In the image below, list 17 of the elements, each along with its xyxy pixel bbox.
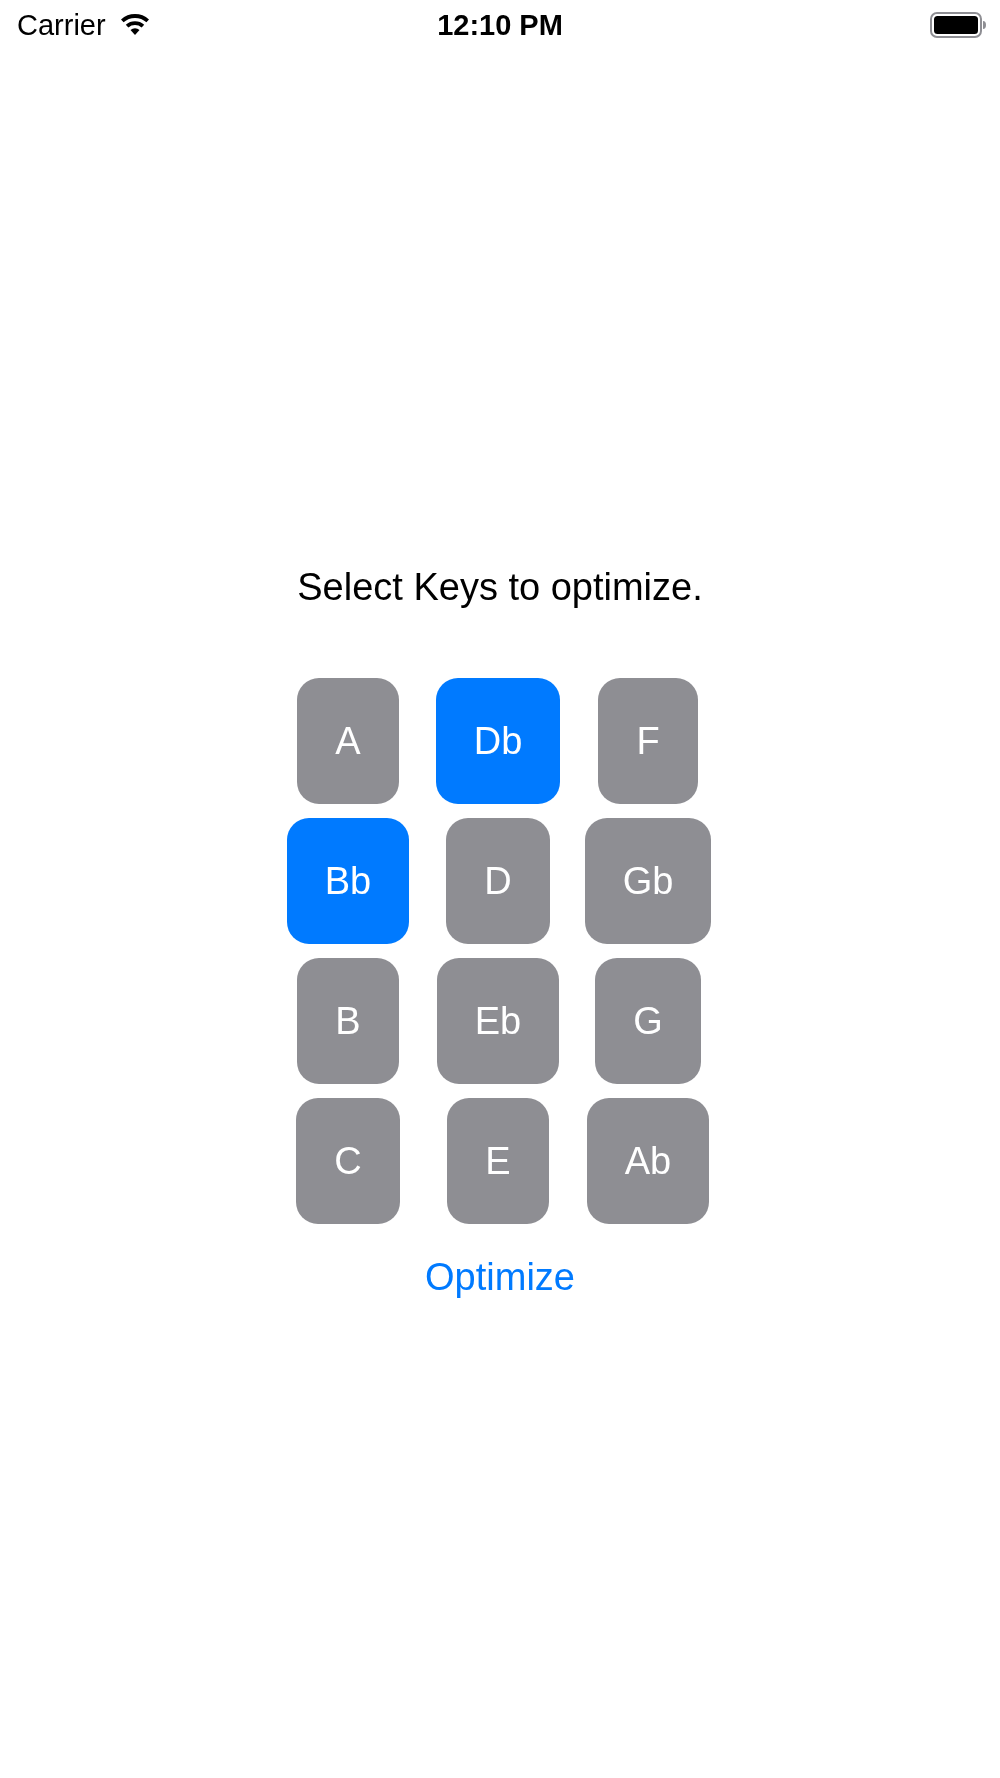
instruction-text: Select Keys to optimize. bbox=[297, 565, 703, 610]
key-button[interactable]: Bb bbox=[286, 818, 410, 944]
key-button[interactable]: Gb bbox=[584, 818, 712, 944]
key-button[interactable]: Db bbox=[435, 678, 561, 804]
key-button[interactable]: F bbox=[598, 678, 698, 804]
battery-icon bbox=[930, 12, 986, 38]
key-button[interactable]: Eb bbox=[436, 958, 560, 1084]
key-button[interactable]: A bbox=[297, 678, 399, 804]
status-time: 12:10 PM bbox=[437, 8, 563, 42]
key-button[interactable]: G bbox=[595, 958, 701, 1084]
key-button[interactable]: E bbox=[447, 1098, 549, 1224]
key-button[interactable]: Ab bbox=[586, 1098, 710, 1224]
optimize-button[interactable]: Optimize bbox=[425, 1254, 575, 1300]
carrier-name: Carrier bbox=[17, 8, 106, 42]
key-button[interactable]: B bbox=[297, 958, 399, 1084]
key-button[interactable]: D bbox=[446, 818, 550, 944]
key-button[interactable]: C bbox=[296, 1098, 400, 1224]
